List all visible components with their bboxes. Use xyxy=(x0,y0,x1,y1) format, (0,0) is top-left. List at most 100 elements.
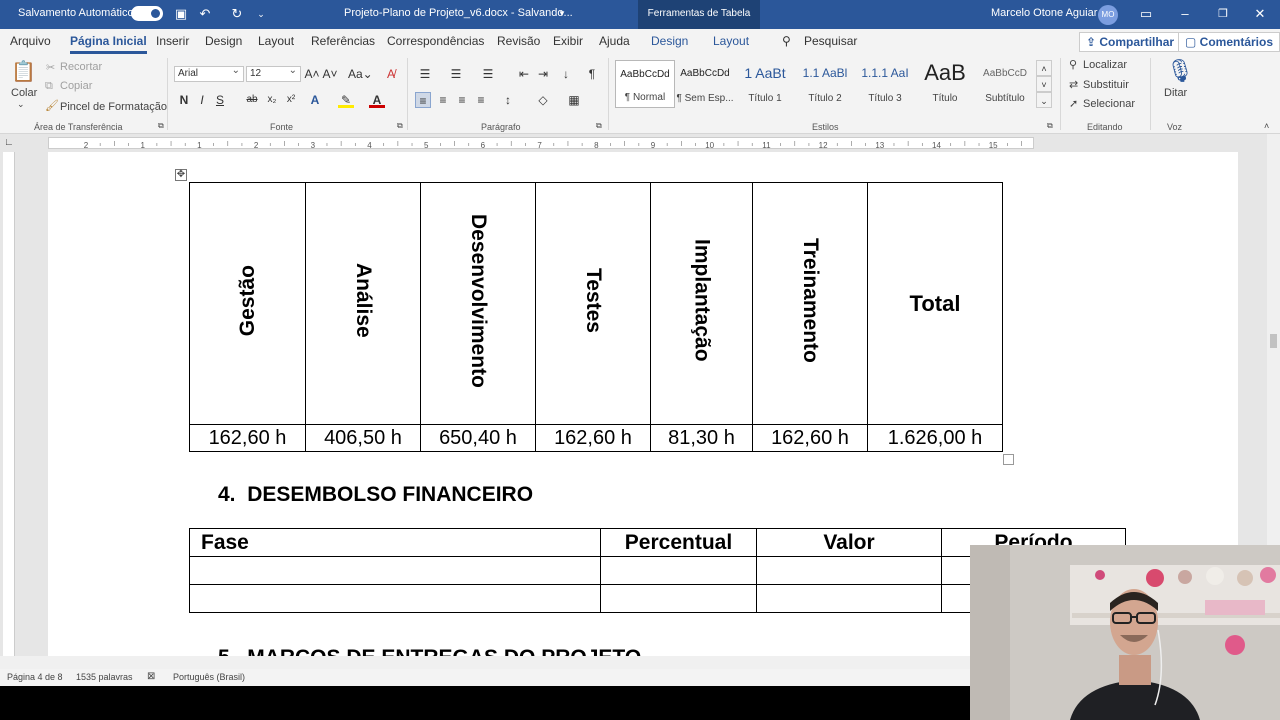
styles-scroll-up-icon[interactable]: ˄ xyxy=(1036,60,1052,76)
bullets-icon[interactable]: ☰ xyxy=(417,66,433,82)
hours-cell[interactable]: 650,40 h xyxy=(420,424,536,452)
table-move-handle-icon[interactable]: ✥ xyxy=(175,169,187,181)
styles-more-icon[interactable]: ⌄ xyxy=(1036,92,1052,108)
clear-formatting-icon[interactable]: A̸ xyxy=(383,66,399,82)
tab-ajuda[interactable]: Ajuda xyxy=(599,34,630,48)
header-valor[interactable]: Valor xyxy=(756,528,942,557)
style-heading-3[interactable]: 1.1.1 AaI Título 3 xyxy=(855,60,915,108)
vertical-ruler[interactable] xyxy=(3,152,15,656)
copy-button[interactable]: Copiar xyxy=(60,80,92,92)
shading-icon[interactable]: ◇ xyxy=(535,92,551,108)
hours-cell[interactable]: 81,30 h xyxy=(650,424,753,452)
table-cell[interactable] xyxy=(600,584,757,613)
style-subtitle[interactable]: AaBbCcD Subtítulo xyxy=(975,60,1035,108)
user-name[interactable]: Marcelo Otone Aguiar xyxy=(991,7,1097,19)
justify-icon[interactable]: ≡ xyxy=(473,92,489,108)
line-spacing-icon[interactable]: ↕ xyxy=(500,92,516,108)
shrink-font-icon[interactable]: A˅ xyxy=(322,66,338,82)
hours-cell[interactable]: 162,60 h xyxy=(752,424,868,452)
page-count[interactable]: Página 4 de 8 xyxy=(7,672,63,682)
comments-button[interactable]: ▢ Comentários xyxy=(1178,32,1280,52)
format-painter-icon[interactable]: 🖌 xyxy=(45,99,59,112)
copy-icon[interactable]: ⧉ xyxy=(45,80,53,93)
format-painter-button[interactable]: Pincel de Formatação xyxy=(60,101,167,113)
hours-table[interactable]: Gestão Análise Desenvolvimento Testes Im… xyxy=(189,182,1003,452)
table-cell[interactable] xyxy=(189,556,601,585)
tab-table-design[interactable]: Design xyxy=(651,34,688,48)
table-cell[interactable] xyxy=(189,584,601,613)
style-heading-1[interactable]: 1 AaBt Título 1 xyxy=(735,60,795,108)
multilevel-list-icon[interactable]: ☰ xyxy=(480,66,496,82)
show-marks-icon[interactable]: ¶ xyxy=(584,66,600,82)
style-no-spacing[interactable]: AaBbCcDd ¶ Sem Esp... xyxy=(675,60,735,108)
search-box[interactable]: Pesquisar xyxy=(804,34,857,48)
word-count[interactable]: 1535 palavras xyxy=(76,672,133,682)
restore-icon[interactable]: ❐ xyxy=(1214,5,1232,23)
find-icon[interactable]: ⚲ xyxy=(1069,58,1077,71)
increase-indent-icon[interactable]: ⇥ xyxy=(535,66,551,82)
table-header-cell[interactable]: Implantação xyxy=(650,182,753,425)
paste-icon[interactable]: 📋 xyxy=(11,59,36,84)
table-cell[interactable] xyxy=(756,556,942,585)
tab-table-layout[interactable]: Layout xyxy=(713,34,749,48)
highlight-icon[interactable]: ✎ xyxy=(338,92,354,108)
collapse-ribbon-icon[interactable]: ˄ xyxy=(1264,121,1269,131)
styles-launcher-icon[interactable]: ⧉ xyxy=(1047,121,1053,131)
undo-icon[interactable]: ↶ xyxy=(196,5,214,23)
autosave-toggle[interactable] xyxy=(131,6,163,21)
tab-design[interactable]: Design xyxy=(205,34,242,48)
table-header-cell[interactable]: Gestão xyxy=(189,182,306,425)
subscript-icon[interactable]: x₂ xyxy=(264,92,280,108)
document-title[interactable]: Projeto-Plano de Projeto_v6.docx - Salva… xyxy=(344,7,573,19)
cut-icon[interactable]: ✂ xyxy=(46,61,55,74)
header-total[interactable]: Total xyxy=(867,182,1003,425)
table-cell[interactable] xyxy=(756,584,942,613)
ribbon-display-options-icon[interactable]: ▭ xyxy=(1137,5,1155,23)
change-case-icon[interactable]: Aa⌄ xyxy=(348,66,373,82)
borders-icon[interactable]: ▦ xyxy=(566,92,582,108)
minimize-icon[interactable]: – xyxy=(1176,5,1194,23)
paste-button[interactable]: Colar xyxy=(11,87,37,99)
avatar[interactable]: MO xyxy=(1098,5,1118,25)
table-header-cell[interactable]: Desenvolvimento xyxy=(420,182,536,425)
chevron-down-icon[interactable]: ▼ xyxy=(558,9,566,18)
customize-quick-access-icon[interactable]: ⌄ xyxy=(252,5,270,23)
replace-button[interactable]: Substituir xyxy=(1083,79,1129,91)
horizontal-ruler[interactable]: 21123456789101112131415161718 xyxy=(48,137,1207,150)
cut-button[interactable]: Recortar xyxy=(60,61,102,73)
sort-icon[interactable]: ↓ xyxy=(558,66,574,82)
style-title[interactable]: AaB Título xyxy=(915,60,975,108)
tab-inserir[interactable]: Inserir xyxy=(156,34,189,48)
table-resize-handle[interactable] xyxy=(1003,454,1014,465)
tab-selector-icon[interactable]: ∟ xyxy=(4,137,14,148)
clipboard-launcher-icon[interactable]: ⧉ xyxy=(158,121,164,131)
header-fase[interactable]: Fase xyxy=(189,528,601,557)
hours-cell[interactable]: 406,50 h xyxy=(305,424,421,452)
underline-icon[interactable]: S xyxy=(212,92,228,108)
paste-chevron-icon[interactable]: ⌄ xyxy=(17,99,25,110)
font-size-combo[interactable]: 12 xyxy=(246,64,301,82)
hours-cell[interactable]: 162,60 h xyxy=(535,424,651,452)
decrease-indent-icon[interactable]: ⇤ xyxy=(516,66,532,82)
header-percentual[interactable]: Percentual xyxy=(600,528,757,557)
save-icon[interactable]: ▣ xyxy=(172,5,190,23)
align-left-icon[interactable]: ≡ xyxy=(415,92,431,108)
find-button[interactable]: Localizar xyxy=(1083,59,1127,71)
replace-icon[interactable]: ⇄ xyxy=(1069,78,1078,91)
italic-icon[interactable]: I xyxy=(194,92,210,108)
table-header-cell[interactable]: Testes xyxy=(535,182,651,425)
redo-icon[interactable]: ↻ xyxy=(228,5,246,23)
table-cell[interactable] xyxy=(600,556,757,585)
share-button[interactable]: ⇪ Compartilhar xyxy=(1079,32,1182,52)
paragraph-launcher-icon[interactable]: ⧉ xyxy=(596,121,602,131)
styles-scroll-down-icon[interactable]: ˅ xyxy=(1036,76,1052,92)
grow-font-icon[interactable]: A˄ xyxy=(304,66,320,82)
font-launcher-icon[interactable]: ⧉ xyxy=(397,121,403,131)
scrollbar-thumb[interactable] xyxy=(1270,334,1277,348)
dictate-button[interactable]: Ditar xyxy=(1164,87,1187,99)
strikethrough-icon[interactable]: ab xyxy=(244,92,260,108)
microphone-icon[interactable]: 🎙 xyxy=(1166,58,1194,84)
select-icon[interactable]: ➚ xyxy=(1069,97,1078,110)
align-right-icon[interactable]: ≡ xyxy=(454,92,470,108)
tab-referencias[interactable]: Referências xyxy=(311,34,375,48)
